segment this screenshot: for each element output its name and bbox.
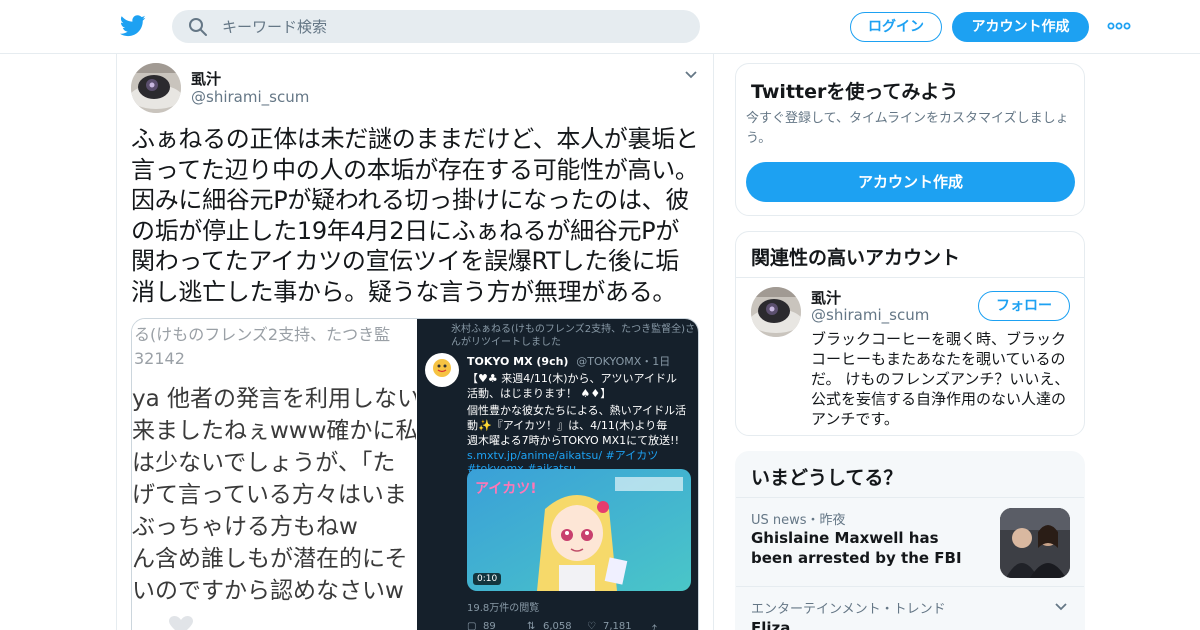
retweet-notice: 氷村ふぁねる(けものフレンズ2支持、たつき監督全)さんがリツイートしました: [451, 324, 695, 348]
follow-button[interactable]: フォロー: [978, 291, 1070, 321]
video-duration: 0:10: [473, 573, 502, 585]
divider: [736, 586, 1084, 587]
media-left-line: は少ないでしょうが、「た: [132, 450, 396, 476]
trend-meta: US news・昨夜: [751, 513, 846, 528]
media-left-line: 来ましたねぇwww確かに私: [132, 418, 416, 444]
embedded-name: TOKYO MX (9ch): [467, 355, 569, 368]
embedded-body-line: 【♥♣ 来週4/11(木)から、アツいアイドル: [467, 372, 677, 385]
more-options-icon[interactable]: [1107, 20, 1131, 32]
anime-character-image-icon: アイカツ!: [467, 469, 691, 591]
tokyomx-logo-icon: [433, 359, 451, 377]
related-account-handle[interactable]: @shirami_scum: [811, 306, 929, 324]
embedded-handle: @TOKYOMX・1日: [576, 355, 671, 368]
share-icon: ⤴: [647, 621, 657, 630]
avatar-image-icon: [131, 63, 181, 113]
search-icon: [189, 18, 207, 36]
retweet-icon: ⇅: [527, 621, 536, 630]
reply-count: 89: [483, 621, 496, 630]
tweet-card: 虱汁 @shirami_scum ふぁねるの正体は未だ謎のままだけど、本人が裏垢…: [116, 54, 714, 630]
retweet-count: 6,058: [543, 621, 572, 630]
reply-icon: ▢: [467, 621, 477, 630]
author-avatar[interactable]: [131, 63, 181, 113]
search-box[interactable]: [172, 10, 700, 43]
media-left-line: ぶっちゃける方もねw: [132, 514, 358, 540]
trend-headline[interactable]: Ghislaine Maxwell has been arrested by t…: [751, 528, 976, 568]
avatar-image-icon: [751, 287, 801, 337]
related-accounts-card: 関連性の高いアカウント 虱汁 @shirami_scum フォロー ブラックコー…: [735, 231, 1085, 436]
twitter-bird-logo-icon[interactable]: [120, 14, 146, 38]
embedded-body-line: 個性豊かな彼女たちによる、熱いアイドル活: [467, 404, 687, 417]
embedded-body-line: 週木曜よる7時からTOKYO MX1にて放送!!: [467, 434, 679, 447]
like-count: 7,181: [603, 621, 632, 630]
media-image-left[interactable]: る(けものフレンズ2支持、たつき監 32142 ya 他者の発言を利用しない 来…: [132, 319, 416, 630]
like-icon: ♡: [587, 621, 596, 630]
embedded-body-line: 動✨『アイカツ！』は、4/11(木)より毎: [467, 419, 668, 432]
media-left-line: げて言っている方々はいま: [132, 482, 407, 508]
signup-button[interactable]: アカウント作成: [952, 12, 1089, 42]
create-account-button[interactable]: アカウント作成: [746, 162, 1075, 202]
tweet-media[interactable]: る(けものフレンズ2支持、たつき監 32142 ya 他者の発言を利用しない 来…: [131, 318, 699, 630]
top-navigation-bar: ログイン アカウント作成: [0, 0, 1200, 54]
trend-meta: エンターテインメント・トレンド: [751, 602, 946, 617]
media-left-line: 32142: [134, 349, 185, 368]
trend-thumbnail: [1000, 508, 1070, 578]
related-accounts-title: 関連性の高いアカウント: [751, 247, 961, 269]
embedded-account-name: TOKYO MX (9ch) @TOKYOMX・1日: [467, 353, 670, 369]
chevron-down-icon[interactable]: [1054, 602, 1068, 612]
media-left-line: る(けものフレンズ2支持、たつき監: [134, 325, 391, 344]
embedded-link: s.mxtv.jp/anime/aikatsu/ #アイカツ: [467, 449, 659, 462]
media-left-line: ん含め誰しもが潜在的にそ: [132, 546, 408, 572]
media-left-line: ya 他者の発言を利用しない: [132, 386, 416, 412]
media-left-line: いのですから認めなさいw: [132, 578, 404, 604]
related-account-avatar[interactable]: [751, 287, 801, 337]
divider: [736, 277, 1084, 278]
news-photo-icon: [1000, 508, 1070, 578]
related-account-bio: ブラックコーヒーを覗く時、ブラックコーヒーもまたあなたを覗いているのだ。 けもの…: [811, 330, 1070, 428]
media-image-right[interactable]: 氷村ふぁねる(けものフレンズ2支持、たつき監督全)さんがリツイートしました TO…: [417, 319, 698, 630]
try-twitter-subtitle: 今すぐ登録して、タイムラインをカスタマイズしましょう。: [746, 111, 1069, 146]
trend-headline[interactable]: Eliza: [751, 619, 790, 630]
search-input[interactable]: [222, 10, 682, 43]
try-twitter-title: Twitterを使ってみよう: [751, 81, 959, 103]
svg-text:アイカツ!: アイカツ!: [475, 481, 537, 497]
embedded-video-thumbnail: アイカツ! 0:10: [467, 469, 691, 591]
embedded-view-count: 19.8万件の閲覧: [467, 603, 540, 614]
whats-happening-card: いまどうしてる？ US news・昨夜 Ghislaine Maxwell ha…: [735, 451, 1085, 630]
tokyomx-avatar: [425, 353, 459, 387]
author-handle[interactable]: @shirami_scum: [191, 88, 309, 106]
login-button[interactable]: ログイン: [850, 12, 942, 42]
try-twitter-card: Twitterを使ってみよう 今すぐ登録して、タイムラインをカスタマイズしましょ…: [735, 63, 1085, 216]
embedded-body-line: 活動、はじまります！ ♠♦】: [467, 387, 612, 400]
chevron-down-icon[interactable]: [683, 68, 699, 80]
divider: [736, 497, 1084, 498]
embedded-actions: ▢ 89 ⇅ 6,058 ♡ 7,181 ⤴: [467, 621, 697, 630]
heart-icon: [169, 616, 193, 630]
whats-happening-title: いまどうしてる？: [751, 467, 903, 489]
author-name[interactable]: 虱汁: [191, 68, 221, 89]
tweet-text: ふぁねるの正体は未だ謎のままだけど、本人が裏垢と言ってた辺り中の人の本垢が存在す…: [131, 125, 699, 306]
related-account-name[interactable]: 虱汁: [811, 287, 841, 308]
